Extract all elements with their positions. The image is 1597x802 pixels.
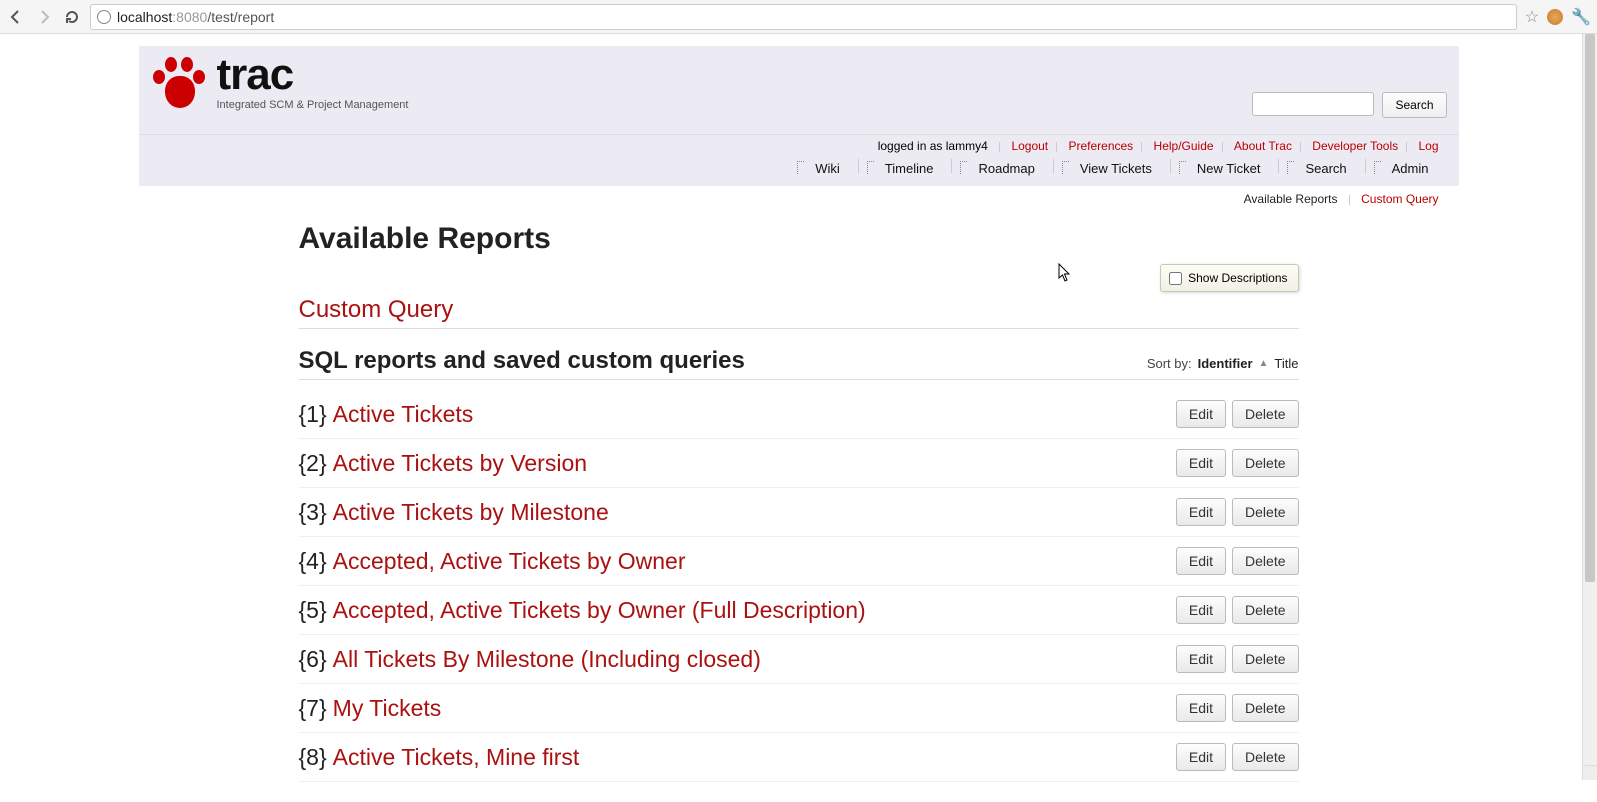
report-id: {8}	[299, 744, 327, 771]
trac-logo[interactable]: trac Integrated SCM & Project Management	[151, 54, 409, 112]
show-descriptions-checkbox[interactable]	[1169, 272, 1182, 285]
mainnav-roadmap[interactable]: Roadmap	[952, 159, 1052, 178]
search-button[interactable]: Search	[1382, 92, 1446, 118]
edit-button[interactable]: Edit	[1176, 449, 1226, 477]
report-title-link[interactable]: My Tickets	[333, 695, 1176, 722]
sort-by-title[interactable]: Title	[1274, 356, 1298, 371]
scrollbar-thumb[interactable]	[1585, 34, 1595, 582]
mainnav-search[interactable]: Search	[1279, 159, 1364, 178]
report-title-link[interactable]: Accepted, Active Tickets by Owner (Full …	[333, 597, 1176, 624]
report-row: {4} Accepted, Active Tickets by OwnerEdi…	[299, 537, 1299, 586]
mainnav-wiki[interactable]: Wiki	[789, 159, 858, 178]
report-id: {2}	[299, 450, 327, 477]
report-title-link[interactable]: Active Tickets by Version	[333, 450, 1176, 477]
delete-button[interactable]: Delete	[1232, 743, 1298, 771]
report-row: {1} Active TicketsEditDelete	[299, 390, 1299, 439]
delete-button[interactable]: Delete	[1232, 498, 1298, 526]
delete-button[interactable]: Delete	[1232, 596, 1298, 624]
browser-toolbar: localhost:8080/test/report ☆ 🔧	[0, 0, 1597, 34]
metanav-help-guide[interactable]: Help/Guide	[1146, 139, 1222, 153]
bookmark-star-icon[interactable]: ☆	[1525, 7, 1539, 27]
report-id: {5}	[299, 597, 327, 624]
logo-word: trac	[217, 55, 409, 95]
sql-reports-heading: SQL reports and saved custom queries	[299, 347, 1147, 375]
mainnav-admin[interactable]: Admin	[1366, 159, 1447, 178]
page-title: Available Reports	[299, 222, 1299, 256]
report-id: {7}	[299, 695, 327, 722]
metanav-about-trac[interactable]: About Trac	[1226, 139, 1300, 153]
report-row: {3} Active Tickets by MilestoneEditDelet…	[299, 488, 1299, 537]
extension-cookie-icon[interactable]	[1547, 9, 1563, 25]
show-descriptions-label: Show Descriptions	[1188, 271, 1287, 285]
back-button[interactable]	[6, 7, 26, 27]
edit-button[interactable]: Edit	[1176, 498, 1226, 526]
search-input[interactable]	[1252, 92, 1374, 116]
sort-by-label: Sort by:	[1147, 356, 1192, 371]
report-row: {2} Active Tickets by VersionEditDelete	[299, 439, 1299, 488]
report-id: {3}	[299, 499, 327, 526]
forward-button[interactable]	[34, 7, 54, 27]
report-id: {6}	[299, 646, 327, 673]
ctxtnav-custom-query[interactable]: Custom Query	[1353, 192, 1446, 206]
mainnav-timeline[interactable]: Timeline	[859, 159, 952, 178]
mainnav-new-ticket[interactable]: New Ticket	[1171, 159, 1279, 178]
url-text: localhost:8080/test/report	[117, 9, 274, 25]
logo-subtitle: Integrated SCM & Project Management	[217, 99, 409, 111]
logged-in-text: logged in as lammy4	[870, 139, 996, 153]
context-nav: Available Reports Custom Query	[139, 186, 1459, 206]
scrollbar-track[interactable]	[1582, 34, 1597, 765]
delete-button[interactable]: Delete	[1232, 449, 1298, 477]
metanav: logged in as lammy4 Logout Preferences H…	[139, 135, 1459, 153]
ctxtnav-available-reports[interactable]: Available Reports	[1236, 192, 1346, 206]
edit-button[interactable]: Edit	[1176, 645, 1226, 673]
report-id: {1}	[299, 401, 327, 428]
delete-button[interactable]: Delete	[1232, 694, 1298, 722]
metanav-developer-tools[interactable]: Developer Tools	[1304, 139, 1406, 153]
metanav-log[interactable]: Log	[1410, 139, 1446, 153]
scrollbar-corner	[1582, 765, 1597, 780]
report-row: {5} Accepted, Active Tickets by Owner (F…	[299, 586, 1299, 635]
banner: trac Integrated SCM & Project Management…	[139, 46, 1459, 186]
report-row: {7} My TicketsEditDelete	[299, 684, 1299, 733]
mainnav: Wiki Timeline Roadmap View Tickets New T…	[139, 153, 1459, 186]
reload-button[interactable]	[62, 7, 82, 27]
edit-button[interactable]: Edit	[1176, 743, 1226, 771]
sort-by: Sort by: Identifier ▲ Title	[1147, 356, 1299, 371]
content: Available Reports Show Descriptions Cust…	[139, 206, 1459, 802]
sort-by-identifier[interactable]: Identifier	[1198, 356, 1253, 371]
reports-list: {1} Active TicketsEditDelete{2} Active T…	[299, 390, 1299, 782]
report-row: {8} Active Tickets, Mine firstEditDelete	[299, 733, 1299, 782]
settings-wrench-icon[interactable]: 🔧	[1571, 7, 1591, 27]
url-bar[interactable]: localhost:8080/test/report	[90, 4, 1517, 30]
report-title-link[interactable]: Active Tickets, Mine first	[333, 744, 1176, 771]
sort-direction-icon: ▲	[1259, 358, 1269, 369]
report-title-link[interactable]: Active Tickets	[333, 401, 1176, 428]
report-row: {6} All Tickets By Milestone (Including …	[299, 635, 1299, 684]
edit-button[interactable]: Edit	[1176, 694, 1226, 722]
show-descriptions-toggle[interactable]: Show Descriptions	[1160, 264, 1298, 292]
metanav-preferences[interactable]: Preferences	[1060, 139, 1141, 153]
paw-icon	[151, 54, 209, 112]
edit-button[interactable]: Edit	[1176, 400, 1226, 428]
report-title-link[interactable]: Active Tickets by Milestone	[333, 499, 1176, 526]
edit-button[interactable]: Edit	[1176, 596, 1226, 624]
custom-query-heading[interactable]: Custom Query	[299, 296, 1299, 329]
delete-button[interactable]: Delete	[1232, 400, 1298, 428]
delete-button[interactable]: Delete	[1232, 547, 1298, 575]
mainnav-view-tickets[interactable]: View Tickets	[1054, 159, 1170, 178]
report-id: {4}	[299, 548, 327, 575]
delete-button[interactable]: Delete	[1232, 645, 1298, 673]
report-title-link[interactable]: All Tickets By Milestone (Including clos…	[333, 646, 1176, 673]
edit-button[interactable]: Edit	[1176, 547, 1226, 575]
report-title-link[interactable]: Accepted, Active Tickets by Owner	[333, 548, 1176, 575]
globe-icon	[97, 10, 111, 24]
metanav-logout[interactable]: Logout	[1003, 139, 1056, 153]
